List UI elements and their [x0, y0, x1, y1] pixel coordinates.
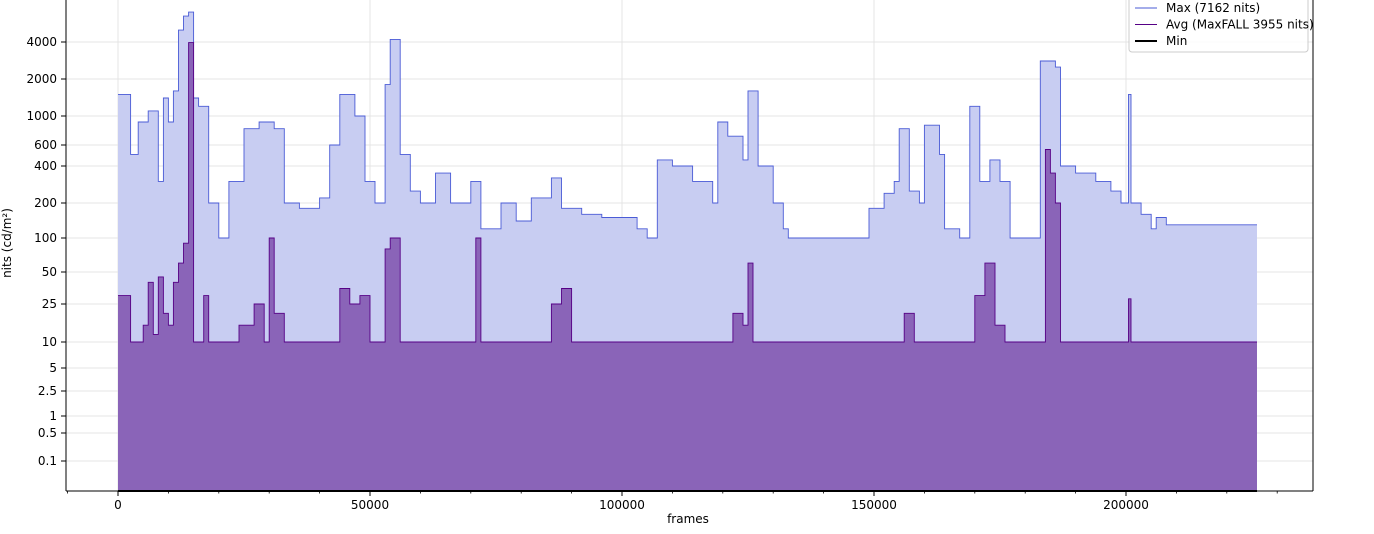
- legend: Max (7162 nits) Avg (MaxFALL 3955 nits) Mi…: [1128, 0, 1314, 53]
- y-tick-label: 200: [34, 196, 57, 210]
- y-tick-label: 400: [34, 159, 57, 173]
- y-tick-label: 50: [42, 265, 57, 279]
- legend-label: Min: [1166, 34, 1187, 48]
- y-tick-label: 600: [34, 138, 57, 152]
- y-tick-label: 10: [42, 335, 57, 349]
- y-tick-label: 4000: [26, 35, 57, 49]
- y-tick-label: 2.5: [38, 384, 57, 398]
- x-axis-ticks: 0 50000 100000 150000 200000: [67, 491, 1278, 512]
- y-tick-label: 1: [49, 409, 57, 423]
- x-tick-label: 100000: [599, 498, 645, 512]
- x-tick-label: 200000: [1103, 498, 1149, 512]
- x-axis-label: frames: [667, 512, 709, 526]
- y-tick-label: 1000: [26, 109, 57, 123]
- y-tick-label: 25: [42, 297, 57, 311]
- y-tick-label: 0.1: [38, 454, 57, 468]
- x-tick-label: 150000: [851, 498, 897, 512]
- y-tick-label: 0.5: [38, 426, 57, 440]
- hdr-nits-chart: 0 50000 100000 150000 200000 0.1 0.5 1 2.5 5 10 25…: [0, 0, 1314, 526]
- y-tick-label: 5: [49, 361, 57, 375]
- y-tick-label: 100: [34, 231, 57, 245]
- chart-series-areas: [118, 11, 1257, 492]
- x-tick-label: 50000: [351, 498, 389, 512]
- x-tick-label: 0: [114, 498, 122, 512]
- legend-label: Avg (MaxFALL 3955 nits): [1166, 18, 1314, 32]
- y-axis-ticks: 0.1 0.5 1 2.5 5 10 25 50 100 200 400 600 1000 2000 400…: [26, 35, 66, 468]
- y-axis-label: nits (cd/m²): [0, 208, 14, 278]
- y-tick-label: 2000: [26, 72, 57, 86]
- legend-label: Max (7162 nits): [1166, 1, 1260, 15]
